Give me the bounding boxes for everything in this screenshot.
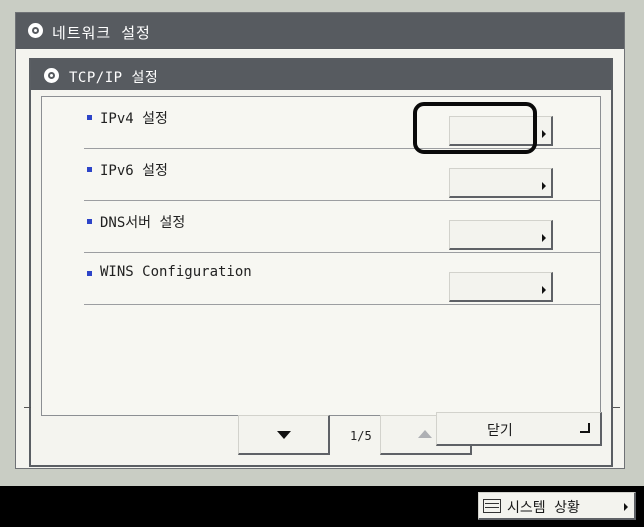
- close-button[interactable]: 닫기: [436, 412, 602, 446]
- canon-logo-icon: [44, 68, 59, 83]
- arrow-right-icon: [542, 234, 546, 242]
- status-monitor-icon: [483, 499, 501, 513]
- triangle-down-icon: [277, 431, 291, 439]
- triangle-up-icon: [418, 430, 432, 438]
- bullet-icon: [87, 219, 92, 224]
- bottom-status-bar: 시스템 상황: [0, 486, 644, 527]
- bullet-icon: [87, 271, 92, 276]
- wins-configuration-button[interactable]: [449, 272, 553, 302]
- close-label: 닫기: [487, 423, 513, 439]
- page-indicator: 1/5: [350, 429, 372, 443]
- arrow-right-icon: [542, 130, 546, 138]
- list-item-dns: DNS서버 설정: [42, 201, 600, 253]
- list-item-wins: WINS Configuration: [42, 253, 600, 305]
- item-label: DNS서버 설정: [100, 215, 186, 231]
- arrow-right-icon: [624, 503, 628, 511]
- panel-title: TCP/IP 설정: [69, 70, 159, 86]
- item-label: IPv4 설정: [100, 111, 168, 127]
- item-label: WINS Configuration: [100, 264, 252, 280]
- arrow-right-icon: [542, 182, 546, 190]
- frame-tick: [613, 407, 620, 408]
- bullet-icon: [87, 167, 92, 172]
- window-title-bar: 네트워크 설정: [16, 13, 624, 49]
- list-item-ipv6: IPv6 설정: [42, 149, 600, 201]
- system-status-button[interactable]: 시스템 상황: [478, 492, 636, 520]
- frame-tick: [24, 407, 31, 408]
- panel-title-bar: TCP/IP 설정: [31, 60, 611, 90]
- page-down-button[interactable]: [238, 415, 330, 455]
- status-label: 시스템 상황: [507, 500, 580, 516]
- screen: 네트워크 설정 TCP/IP 설정 IPv4 설정 IPv6 설정 DNS서버 …: [0, 0, 644, 527]
- canon-logo-icon: [28, 23, 43, 38]
- return-arrow-icon: [580, 423, 590, 433]
- divider: [84, 304, 600, 305]
- dns-settings-button[interactable]: [449, 220, 553, 250]
- selection-highlight: [413, 102, 537, 154]
- item-label: IPv6 설정: [100, 163, 168, 179]
- arrow-right-icon: [542, 286, 546, 294]
- bullet-icon: [87, 115, 92, 120]
- ipv6-settings-button[interactable]: [449, 168, 553, 198]
- network-settings-window: 네트워크 설정 TCP/IP 설정 IPv4 설정 IPv6 설정 DNS서버 …: [15, 12, 625, 469]
- window-title: 네트워크 설정: [52, 24, 151, 42]
